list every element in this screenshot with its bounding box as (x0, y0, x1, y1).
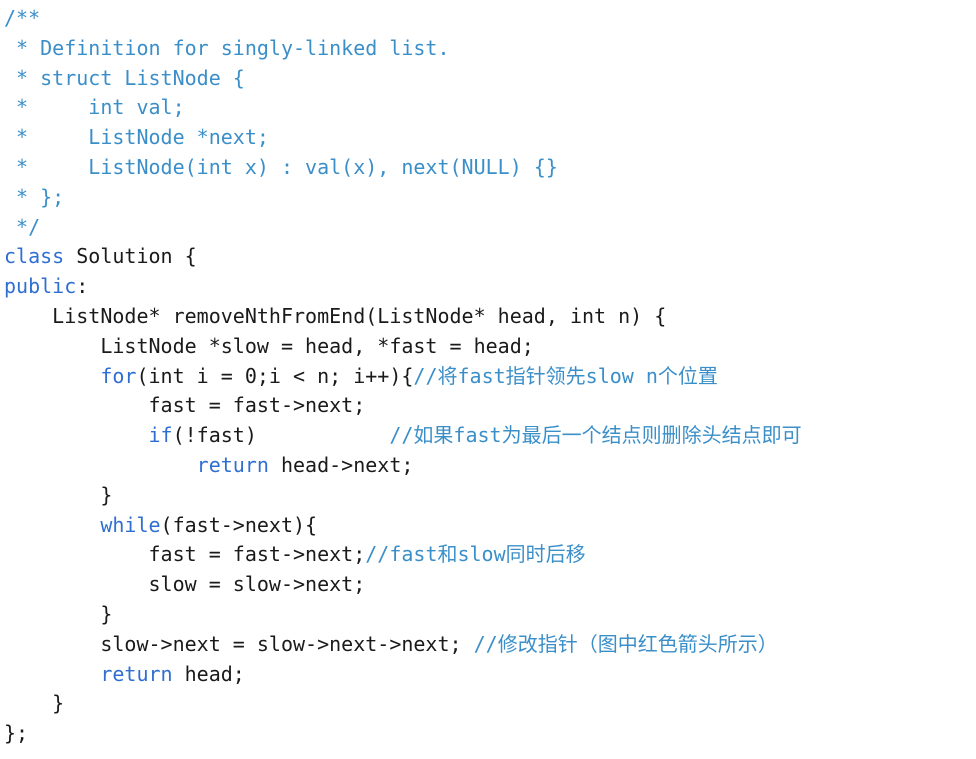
code-comment: * struct ListNode { (4, 65, 245, 90)
code-text: ListNode* removeNthFromEnd(ListNode* hea… (4, 303, 570, 328)
code-line: * Definition for singly-linked list. (4, 34, 976, 64)
code-text: head; (172, 661, 245, 686)
code-text: slow->next = slow->next->next; (4, 631, 474, 656)
code-text: : (76, 274, 89, 299)
code-keyword: public (4, 274, 77, 299)
code-comment: //如果fast为最后一个结点则删除头结点即可 (389, 423, 802, 448)
code-line: * ListNode *next; (4, 123, 976, 153)
code-text: }; (4, 721, 29, 746)
code-text: Solution { (64, 244, 197, 269)
code-comment: * int val; (4, 95, 185, 120)
code-line: class Solution { (4, 242, 976, 272)
code-line: * struct ListNode { (4, 64, 976, 94)
code-comment: * ListNode *next; (4, 125, 269, 150)
code-text: (!fast) (172, 423, 390, 448)
code-comment: //fast和slow同时后移 (365, 542, 586, 567)
code-line: } (4, 600, 976, 630)
code-line: if(!fast) //如果fast为最后一个结点则删除头结点即可 (4, 421, 976, 451)
code-line: } (4, 689, 976, 719)
code-line: return head; (4, 660, 976, 690)
code-keyword: while (100, 512, 161, 537)
code-comment: */ (4, 214, 41, 239)
code-comment: //将fast指针领先slow n个位置 (413, 363, 718, 388)
code-editor[interactable]: /** * Definition for singly-linked list.… (0, 0, 976, 759)
code-keyword: if (148, 423, 173, 448)
code-line: slow = slow->next; (4, 570, 976, 600)
code-line: ListNode* removeNthFromEnd(ListNode* hea… (4, 302, 976, 332)
code-line: } (4, 481, 976, 511)
code-comment: * }; (4, 184, 65, 209)
code-text: } (4, 482, 113, 507)
code-text: (int i = 0;i < n; i++){ (136, 363, 414, 388)
code-comment: //修改指针（图中红色箭头所示） (473, 631, 778, 656)
code-line: ListNode *slow = head, *fast = head; (4, 332, 976, 362)
code-line: * }; (4, 183, 976, 213)
code-line: * ListNode(int x) : val(x), next(NULL) {… (4, 153, 976, 183)
code-text: } (4, 691, 65, 716)
code-text: head->next; (268, 452, 414, 477)
code-line: for(int i = 0;i < n; i++){//将fast指针领先slo… (4, 362, 976, 392)
code-comment: * Definition for singly-linked list. (4, 35, 450, 60)
code-text: n) { (606, 303, 667, 328)
code-line: public: (4, 272, 976, 302)
code-comment: * ListNode(int x) : val(x), next(NULL) {… (4, 154, 558, 179)
code-keyword: return (196, 452, 269, 477)
code-line: return head->next; (4, 451, 976, 481)
code-text: fast = fast->next; (4, 393, 366, 418)
code-line: /** (4, 4, 976, 34)
code-line: while(fast->next){ (4, 511, 976, 541)
code-comment: /** (4, 6, 41, 30)
code-text: fast = fast->next; (4, 542, 366, 567)
code-line: slow->next = slow->next->next; //修改指针（图中… (4, 630, 976, 660)
code-line: * int val; (4, 93, 976, 123)
code-keyword: for (100, 363, 137, 388)
code-text: (fast->next){ (160, 512, 318, 537)
code-text: } (4, 601, 113, 626)
code-keyword: class (4, 244, 65, 269)
code-text: int (569, 303, 607, 328)
code-text: slow = slow->next; (4, 572, 366, 597)
code-line: fast = fast->next;//fast和slow同时后移 (4, 540, 976, 570)
code-line: fast = fast->next; (4, 391, 976, 421)
code-line: }; (4, 719, 976, 749)
code-text: ListNode *slow = head, *fast = head; (4, 333, 534, 358)
code-keyword: return (100, 661, 173, 686)
code-line: */ (4, 213, 976, 243)
